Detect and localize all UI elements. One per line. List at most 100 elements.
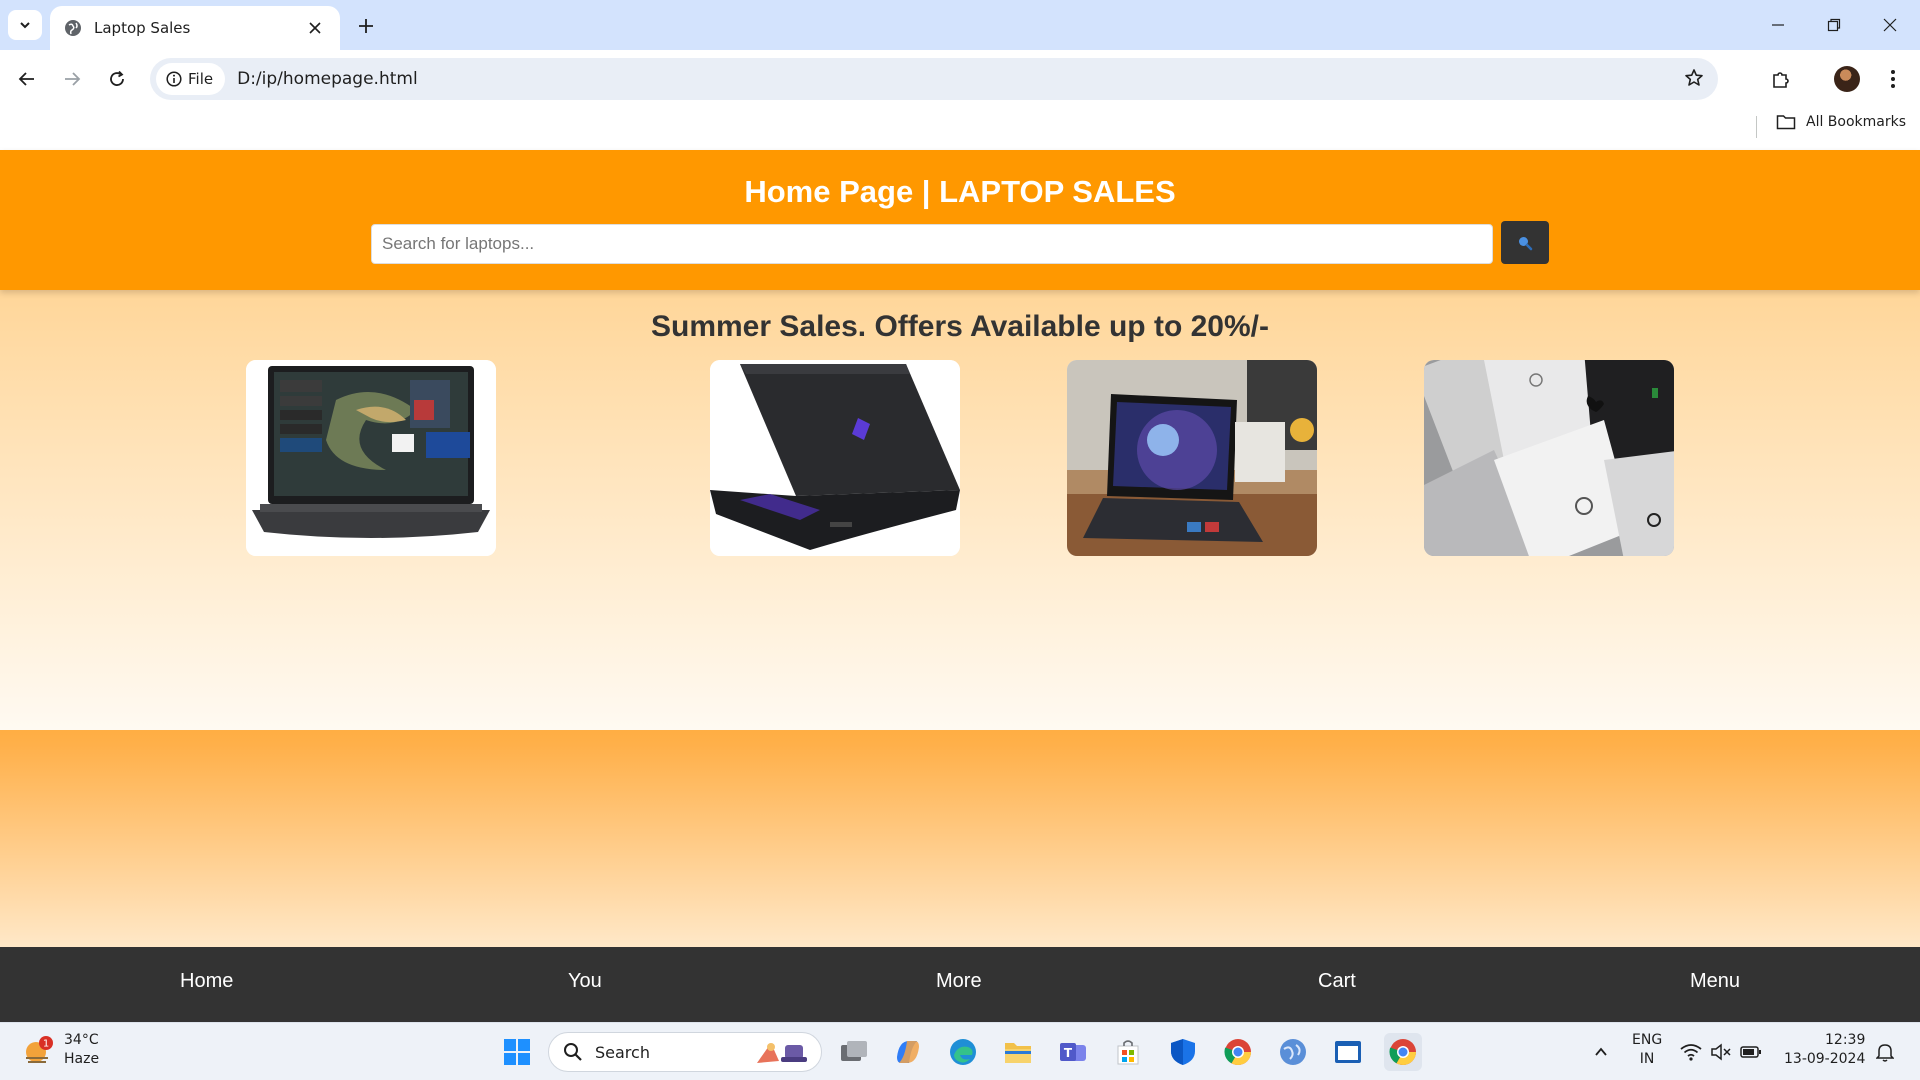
- search-button[interactable]: [1501, 221, 1549, 264]
- chrome-icon: [1389, 1039, 1417, 1066]
- browser-toolbar: File D:/ip/homepage.html: [0, 50, 1920, 108]
- search-icon: [564, 1043, 582, 1061]
- page-title: Home Page | LAPTOP SALES: [744, 174, 1176, 209]
- footer-link-cart[interactable]: Cart: [1318, 970, 1356, 993]
- reload-icon: [110, 70, 124, 86]
- chrome-icon: [1224, 1039, 1252, 1066]
- product-card-3[interactable]: [1067, 360, 1317, 556]
- file-explorer-app[interactable]: [999, 1033, 1037, 1071]
- arrow-right-icon: [65, 72, 81, 86]
- teams-icon: T: [1060, 1043, 1086, 1061]
- weather-haze-icon: 1: [26, 1036, 53, 1063]
- info-icon: [166, 71, 182, 87]
- weather-badge: 1: [43, 1039, 49, 1050]
- store-icon: [1117, 1040, 1139, 1065]
- weather-desc: Haze: [64, 1051, 100, 1067]
- all-bookmarks-button[interactable]: All Bookmarks: [1776, 114, 1906, 130]
- close-icon: [1883, 18, 1897, 32]
- site-info-label: File: [188, 70, 214, 88]
- taskbar-search[interactable]: Search: [548, 1032, 822, 1072]
- tab-title: Laptop Sales: [94, 19, 191, 37]
- edge-app[interactable]: [944, 1033, 982, 1071]
- language-indicator[interactable]: ENG IN: [1632, 1031, 1662, 1069]
- tab-search-button[interactable]: [8, 10, 42, 40]
- close-window-button[interactable]: [1862, 0, 1918, 50]
- avatar: [1834, 66, 1860, 92]
- gaming-laptop-front-image: [246, 360, 496, 556]
- folder-icon: [1005, 1043, 1031, 1063]
- all-bookmarks-label: All Bookmarks: [1806, 114, 1907, 130]
- active-tab[interactable]: Laptop Sales: [50, 6, 340, 50]
- chrome-app[interactable]: [1219, 1033, 1257, 1071]
- clock-date: 13-09-2024: [1784, 1051, 1866, 1067]
- arrow-left-icon: [18, 72, 34, 86]
- restore-icon: [1827, 18, 1841, 32]
- footer-link-more[interactable]: More: [936, 970, 982, 993]
- task-view-icon: [841, 1041, 867, 1061]
- chevron-up-icon: [1595, 1047, 1607, 1056]
- wifi-icon: [1680, 1044, 1702, 1061]
- site-footer-nav: Home You More Cart Menu: [0, 947, 1920, 1022]
- search-icon: [1519, 236, 1533, 250]
- reload-button[interactable]: [100, 62, 134, 96]
- bell-icon: [1876, 1044, 1894, 1062]
- new-tab-button[interactable]: [352, 12, 380, 40]
- start-button[interactable]: [498, 1033, 536, 1071]
- site-header: Home Page | LAPTOP SALES: [0, 150, 1920, 290]
- address-bar[interactable]: File D:/ip/homepage.html: [150, 58, 1718, 100]
- forward-button[interactable]: [55, 62, 89, 96]
- bookmarks-bar: All Bookmarks: [0, 108, 1920, 150]
- show-hidden-icons-button[interactable]: [1582, 1033, 1620, 1071]
- url-text[interactable]: D:/ip/homepage.html: [237, 69, 418, 89]
- edge-icon: [950, 1039, 976, 1065]
- clock[interactable]: 12:39 13-09-2024: [1784, 1031, 1865, 1069]
- windows-taskbar: 1 34°C Haze Search T ENG IN 12:39 13-09-…: [0, 1022, 1920, 1080]
- notifications-button[interactable]: [1866, 1033, 1904, 1071]
- clock-time: 12:39: [1825, 1032, 1866, 1048]
- defender-app[interactable]: [1164, 1033, 1202, 1071]
- footer-link-home[interactable]: Home: [180, 970, 233, 993]
- windows-logo-icon: [504, 1039, 530, 1065]
- laptop-lids-collage-image: [1424, 360, 1674, 556]
- footer-link-you[interactable]: You: [568, 970, 602, 993]
- product-card-4[interactable]: [1424, 360, 1674, 556]
- quick-settings-button[interactable]: [1676, 1033, 1766, 1071]
- window-app[interactable]: [1329, 1033, 1367, 1071]
- bookmark-star-icon[interactable]: [1684, 68, 1704, 93]
- back-button[interactable]: [10, 62, 44, 96]
- tab-strip: Laptop Sales: [0, 0, 1920, 50]
- product-card-1[interactable]: [246, 360, 496, 556]
- globe-icon: [65, 20, 81, 36]
- restore-button[interactable]: [1806, 0, 1862, 50]
- web-page: Summer Sales. Offers Available up to 20%…: [0, 150, 1920, 1022]
- task-view-button[interactable]: [835, 1033, 873, 1071]
- promo-section: Summer Sales. Offers Available up to 20%…: [0, 290, 1920, 730]
- battery-icon: [1740, 1046, 1761, 1058]
- profile-button[interactable]: [1830, 62, 1864, 96]
- language-region: IN: [1639, 1051, 1655, 1067]
- search-highlight-icon: [757, 1043, 807, 1063]
- close-tab-icon[interactable]: [304, 17, 326, 39]
- chrome-active-app[interactable]: [1384, 1033, 1422, 1071]
- kebab-menu-icon: [1891, 70, 1895, 88]
- store-app[interactable]: [1109, 1033, 1147, 1071]
- shield-icon: [1171, 1039, 1195, 1065]
- laptop-on-desk-image: [1067, 360, 1317, 556]
- extensions-button[interactable]: [1764, 62, 1798, 96]
- speaker-muted-icon: [1711, 1043, 1731, 1061]
- weather-widget[interactable]: 1 34°C Haze: [22, 1031, 99, 1069]
- search-input[interactable]: [371, 224, 1493, 264]
- minimize-button[interactable]: [1750, 0, 1806, 50]
- browser-menu-button[interactable]: [1876, 62, 1910, 96]
- chevron-down-icon: [20, 22, 30, 29]
- network-app[interactable]: [1274, 1033, 1312, 1071]
- svg-text:T: T: [1064, 1046, 1073, 1060]
- product-card-2[interactable]: [710, 360, 960, 556]
- black-laptop-rear-image: [710, 360, 960, 556]
- copilot-app[interactable]: [889, 1033, 927, 1071]
- taskbar-search-label: Search: [595, 1042, 650, 1062]
- folder-icon: [1776, 115, 1796, 130]
- footer-link-menu[interactable]: Menu: [1690, 970, 1740, 993]
- site-info-chip[interactable]: File: [156, 63, 226, 95]
- teams-app[interactable]: T: [1054, 1033, 1092, 1071]
